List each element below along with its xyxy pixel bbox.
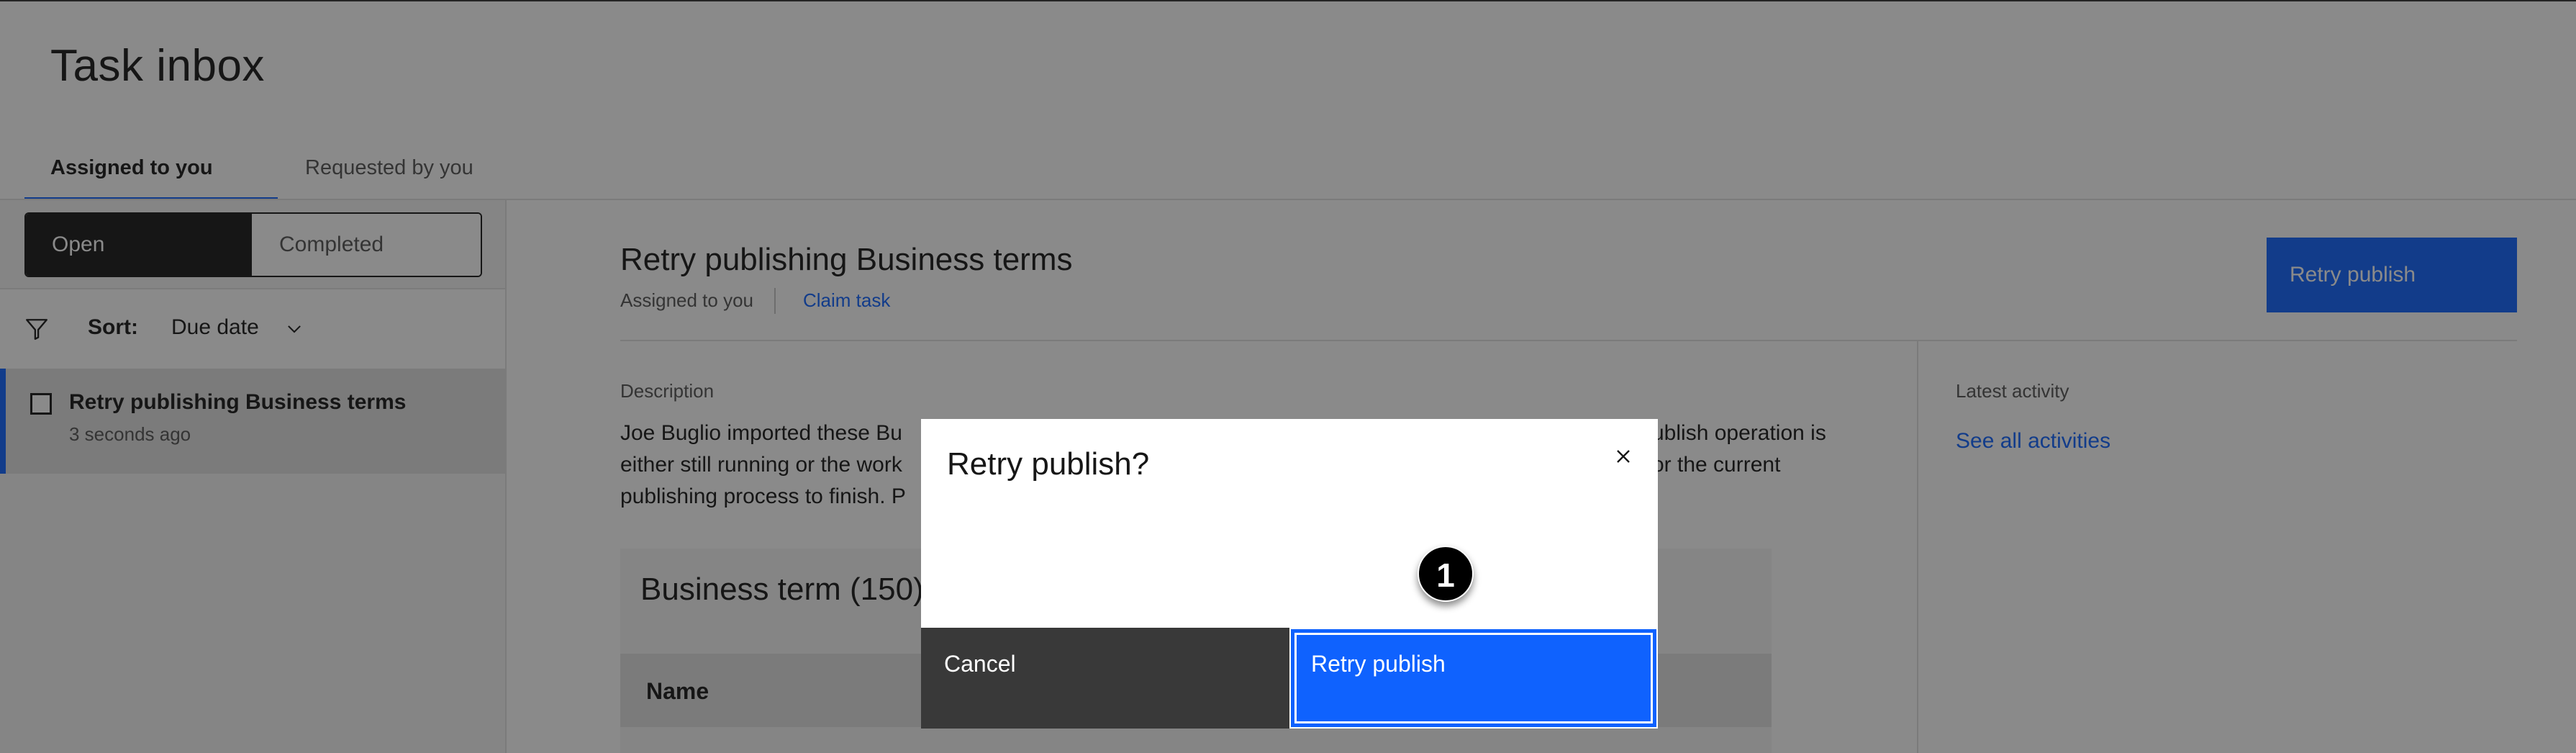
modal-title: Retry publish?: [947, 446, 1150, 482]
close-icon[interactable]: [1612, 445, 1635, 468]
cancel-button[interactable]: Cancel: [921, 628, 1289, 729]
confirm-retry-publish-button[interactable]: Retry publish: [1291, 629, 1656, 727]
step-marker: 1: [1418, 546, 1474, 602]
retry-publish-modal: Retry publish? Cancel Retry publish: [921, 419, 1658, 729]
